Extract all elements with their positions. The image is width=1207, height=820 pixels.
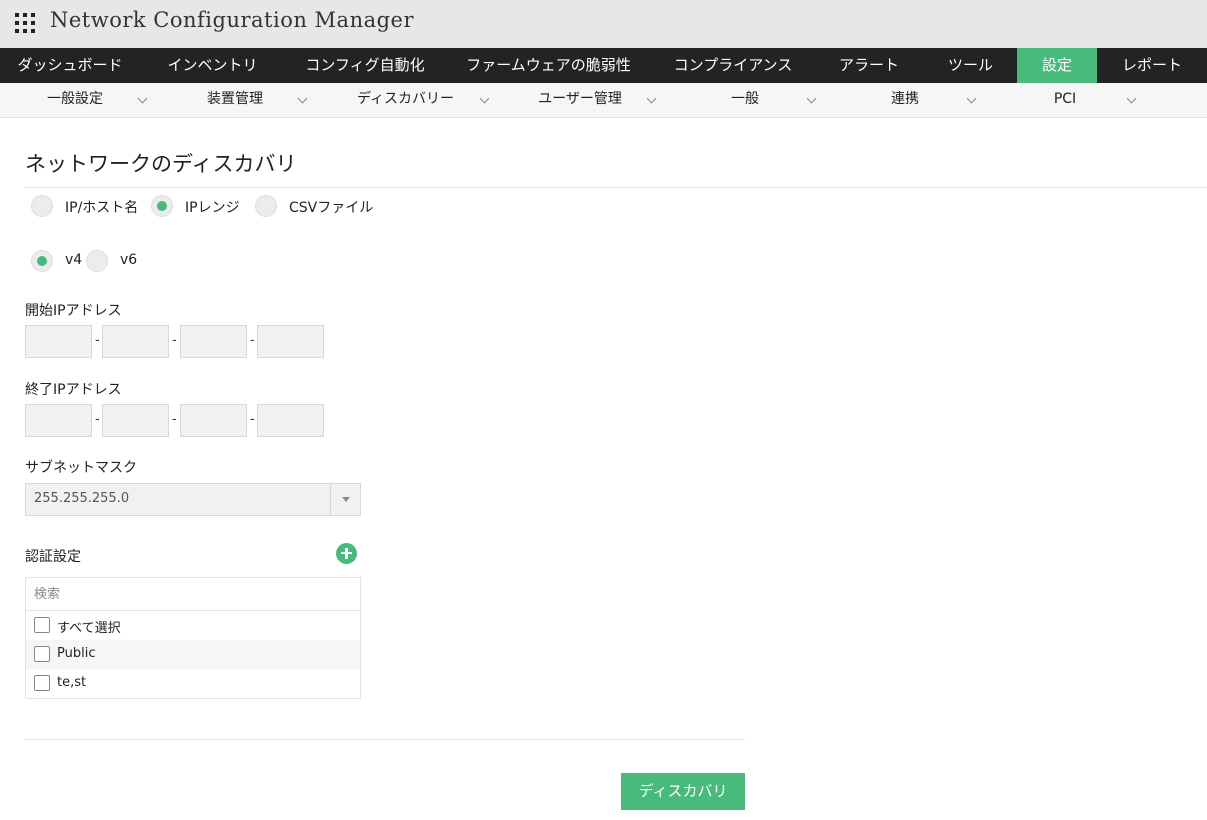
checkbox[interactable] [34, 617, 50, 633]
radio-ip-hostname[interactable] [31, 195, 53, 217]
credential-label: すべて選択 [57, 621, 121, 636]
credential-row-public[interactable]: Public [26, 640, 360, 669]
title-bar: Network Configuration Manager [0, 0, 1207, 48]
radio-ipv4[interactable] [31, 250, 53, 272]
start-ip-octet-4[interactable] [257, 325, 324, 358]
page-title: ネットワークのディスカバリ [25, 152, 297, 176]
radio-label-csv-file: CSVファイル [289, 200, 374, 216]
start-ip-octet-1[interactable] [25, 325, 92, 358]
radio-ip-range[interactable] [151, 195, 173, 217]
radio-ipv6[interactable] [86, 250, 108, 272]
divider [25, 739, 745, 740]
start-ip-label: 開始IPアドレス [25, 303, 122, 319]
checkbox[interactable] [34, 646, 50, 662]
ip-separator: - [95, 412, 100, 427]
credential-label: te,st [57, 675, 87, 690]
ip-separator: - [172, 333, 177, 348]
end-ip-octet-2[interactable] [102, 404, 169, 437]
nav-item-tools[interactable]: ツール [924, 48, 1017, 83]
subnav-item-pci[interactable]: PCI [975, 83, 1137, 118]
ip-separator: - [250, 333, 255, 348]
radio-label-ip-range: IPレンジ [185, 200, 240, 216]
subnav-item-discovery[interactable]: ディスカバリー [335, 83, 495, 118]
radio-csv-file[interactable] [255, 195, 277, 217]
credentials-list: すべて選択 Public te,st [25, 577, 361, 699]
main-nav: ダッシュボード インベントリ コンフィグ自動化 ファームウェアの脆弱性 コンプラ… [0, 48, 1207, 83]
apps-grid-icon[interactable] [15, 13, 35, 33]
nav-item-settings[interactable]: 設定 [1017, 48, 1097, 83]
subnav-item-integration[interactable]: 連携 [815, 83, 977, 118]
nav-item-firmware-vulnerability[interactable]: ファームウェアの脆弱性 [445, 48, 652, 83]
ip-separator: - [95, 333, 100, 348]
subnav-label: 装置管理 [207, 91, 263, 107]
ip-separator: - [172, 412, 177, 427]
dropdown-toggle[interactable] [330, 484, 360, 515]
radio-label-ip-hostname: IP/ホスト名 [65, 200, 139, 216]
end-ip-octet-1[interactable] [25, 404, 92, 437]
subnav-label: ディスカバリー [356, 91, 455, 107]
subnav-item-user-management[interactable]: ユーザー管理 [495, 83, 657, 118]
subnet-mask-value: 255.255.255.0 [34, 491, 130, 506]
radio-label-ipv4: v4 [65, 252, 83, 268]
end-ip-octet-4[interactable] [257, 404, 324, 437]
discover-button[interactable]: ディスカバリ [621, 773, 745, 810]
app-title: Network Configuration Manager [50, 8, 415, 32]
sub-nav: 一般設定 装置管理 ディスカバリー ユーザー管理 一般 連携 PCI [0, 83, 1207, 118]
subnav-label: 一般設定 [47, 91, 103, 107]
credentials-search-input[interactable] [26, 578, 360, 611]
radio-label-ipv6: v6 [120, 252, 138, 268]
end-ip-octet-3[interactable] [180, 404, 247, 437]
subnav-item-general[interactable]: 一般 [655, 83, 817, 118]
ip-separator: - [250, 412, 255, 427]
start-ip-octet-2[interactable] [102, 325, 169, 358]
checkbox[interactable] [34, 675, 50, 691]
nav-item-reports[interactable]: レポート [1097, 48, 1207, 83]
subnav-label: ユーザー管理 [538, 91, 622, 107]
subnav-item-general-settings[interactable]: 一般設定 [15, 83, 175, 118]
nav-item-dashboard[interactable]: ダッシュボード [0, 48, 140, 83]
add-credential-icon[interactable] [336, 543, 357, 564]
chevron-down-icon [137, 93, 148, 104]
credentials-label: 認証設定 [25, 549, 81, 565]
end-ip-label: 終了IPアドレス [25, 382, 122, 398]
nav-item-compliance[interactable]: コンプライアンス [652, 48, 814, 83]
caret-down-icon [342, 497, 350, 502]
credential-label: Public [57, 646, 96, 661]
nav-item-config-automation[interactable]: コンフィグ自動化 [285, 48, 445, 83]
chevron-down-icon [479, 93, 490, 104]
divider [25, 187, 1207, 188]
subnav-item-device-management[interactable]: 装置管理 [175, 83, 335, 118]
nav-item-inventory[interactable]: インベントリ [140, 48, 285, 83]
chevron-down-icon [297, 93, 308, 104]
credential-row-test[interactable]: te,st [26, 669, 360, 698]
start-ip-octet-3[interactable] [180, 325, 247, 358]
credential-row-select-all[interactable]: すべて選択 [26, 611, 360, 640]
nav-item-alerts[interactable]: アラート [814, 48, 924, 83]
subnet-mask-label: サブネットマスク [25, 460, 137, 476]
subnet-mask-select[interactable]: 255.255.255.0 [25, 483, 361, 516]
